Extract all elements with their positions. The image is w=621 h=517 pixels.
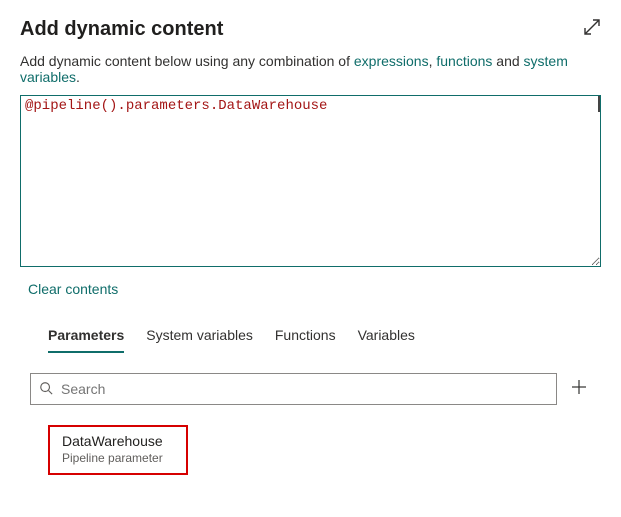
parameter-item-datawarehouse[interactable]: DataWarehouse Pipeline parameter	[48, 425, 188, 475]
intro-sep2: and	[492, 53, 523, 69]
intro-prefix: Add dynamic content below using any comb…	[20, 53, 354, 69]
editor-cursor-indicator	[598, 96, 600, 112]
tab-variables[interactable]: Variables	[358, 321, 415, 353]
parameter-name: DataWarehouse	[62, 433, 174, 449]
tab-bar: Parameters System variables Functions Va…	[20, 321, 601, 353]
add-button[interactable]	[567, 379, 591, 399]
search-icon	[39, 381, 53, 398]
clear-contents-link[interactable]: Clear contents	[28, 281, 118, 297]
parameter-subtitle: Pipeline parameter	[62, 451, 174, 465]
tab-system-variables[interactable]: System variables	[146, 321, 253, 353]
plus-icon	[571, 378, 587, 400]
expression-editor-container	[20, 95, 601, 267]
tab-functions[interactable]: Functions	[275, 321, 336, 353]
search-input[interactable]	[59, 380, 548, 398]
expression-editor[interactable]	[21, 96, 600, 266]
intro-suffix: .	[76, 69, 80, 85]
expand-icon[interactable]	[583, 18, 601, 36]
functions-link[interactable]: functions	[436, 53, 492, 69]
search-box[interactable]	[30, 373, 557, 405]
tab-parameters[interactable]: Parameters	[48, 321, 124, 353]
panel-title: Add dynamic content	[20, 18, 223, 41]
expressions-link[interactable]: expressions	[354, 53, 429, 69]
intro-text: Add dynamic content below using any comb…	[20, 53, 601, 85]
